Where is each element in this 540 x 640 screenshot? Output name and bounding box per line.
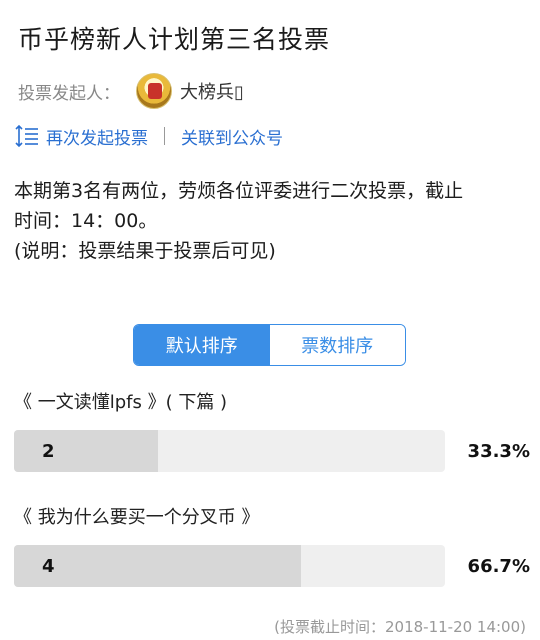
option-title: 《 一文读懂lpfs 》( 下篇 ) xyxy=(14,392,228,413)
vote-option[interactable]: 《 一文读懂lpfs 》( 下篇 ) 2 33.3% xyxy=(14,388,530,472)
result-bar: 2 xyxy=(14,430,445,472)
vote-percent: 33.3% xyxy=(467,440,530,462)
sort-toggle: 默认排序 票数排序 xyxy=(133,324,406,366)
avatar[interactable] xyxy=(136,73,172,109)
list-icon xyxy=(15,124,38,148)
description-line: 本期第3名有两位，劳烦各位评委进行二次投票，截止 xyxy=(14,180,464,202)
revote-link[interactable]: 再次发起投票 xyxy=(46,124,148,149)
vote-count: 4 xyxy=(42,555,55,577)
result-bar: 4 xyxy=(14,545,445,587)
initiator-row: 投票发起人： 大榜兵▯ xyxy=(18,72,244,110)
deadline-note: (投票截止时间：2018-11-20 14:00) xyxy=(274,618,526,636)
result-bar-fill xyxy=(14,430,158,472)
vote-count: 2 xyxy=(42,440,55,462)
option-title: 《 我为什么要买一个分叉币 》 xyxy=(14,507,260,528)
result-bar-fill xyxy=(14,545,302,587)
initiator-name[interactable]: 大榜兵▯ xyxy=(180,78,244,104)
vote-description: 本期第3名有两位，劳烦各位评委进行二次投票，截止 时间：14：00。 (说明：投… xyxy=(14,176,524,266)
description-note: (说明：投票结果于投票后可见) xyxy=(14,240,276,262)
initiator-label: 投票发起人： xyxy=(18,83,120,104)
description-line: 时间：14：00。 xyxy=(14,210,158,232)
action-row: 再次发起投票 关联到公众号 xyxy=(14,120,283,152)
sort-votes-tab[interactable]: 票数排序 xyxy=(269,325,405,365)
sort-default-tab[interactable]: 默认排序 xyxy=(134,325,270,365)
divider xyxy=(164,127,165,145)
vote-option[interactable]: 《 我为什么要买一个分叉币 》 4 66.7% xyxy=(14,503,530,587)
page-title: 币乎榜新人计划第三名投票 xyxy=(18,25,331,54)
vote-percent: 66.7% xyxy=(467,555,530,577)
link-account-link[interactable]: 关联到公众号 xyxy=(181,124,283,149)
